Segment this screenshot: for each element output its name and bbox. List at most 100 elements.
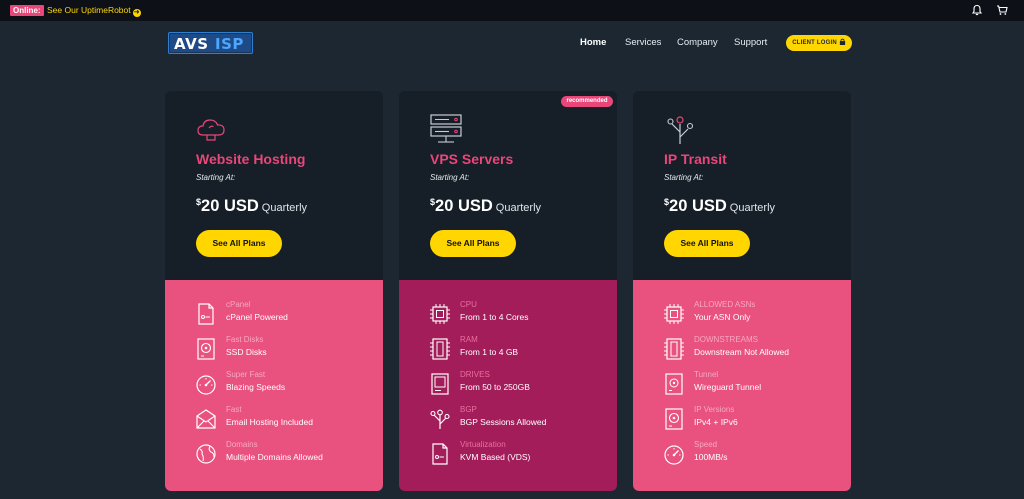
feature-value: From 50 to 250GB (460, 382, 530, 392)
plan-card-ip-transit: IP Transit Starting At: $20 USD Quarterly… (633, 91, 851, 491)
feature-key: CPU (460, 300, 477, 309)
lock-icon (839, 38, 845, 45)
price-period: Quarterly (261, 202, 308, 214)
logo[interactable]: AVS ISP (168, 32, 253, 54)
globe-icon (196, 444, 216, 464)
feature-item: Super Fast Blazing Speeds (195, 370, 375, 400)
bell-icon[interactable] (971, 4, 983, 16)
envelope-icon (196, 409, 216, 429)
feature-item: ALLOWED ASNs Your ASN Only (663, 300, 843, 330)
feature-key: ALLOWED ASNs (694, 300, 756, 309)
feature-key: cPanel (226, 300, 251, 309)
card-features: cPanel cPanel Powered Fast Disks SSD Dis… (165, 280, 383, 491)
feature-key: BGP (460, 405, 477, 414)
card-title: VPS Servers (430, 151, 514, 167)
nav-support[interactable]: Support (734, 37, 767, 48)
feature-value: From 1 to 4 Cores (460, 312, 529, 322)
price-amount: 20 USD (435, 197, 493, 215)
logo-text-avs: AVS (174, 35, 209, 53)
logo-text-isp: ISP (215, 35, 244, 53)
top-bar: Online: See Our UptimeRobot ➜ (0, 0, 1024, 21)
plan-card-website-hosting: Website Hosting Starting At: $20 USD Quar… (165, 91, 383, 491)
feature-value: Your ASN Only (694, 312, 751, 322)
feature-item: Virtualization KVM Based (VDS) (429, 440, 609, 470)
document-icon (432, 443, 448, 465)
price-period: Quarterly (729, 202, 776, 214)
drive-icon (665, 373, 683, 395)
feature-key: RAM (460, 335, 478, 344)
card-title: IP Transit (664, 151, 727, 167)
cpu-icon (664, 304, 684, 324)
feature-item: cPanel cPanel Powered (195, 300, 375, 330)
feature-item: IP Versions IPv4 + IPv6 (663, 405, 843, 435)
feature-value: Multiple Domains Allowed (226, 452, 323, 462)
memory-icon (430, 338, 450, 360)
feature-key: IP Versions (694, 405, 735, 414)
feature-key: DRIVES (460, 370, 490, 379)
feature-item: BGP BGP Sessions Allowed (429, 405, 609, 435)
feature-value: KVM Based (VDS) (460, 452, 531, 462)
starting-at-label: Starting At: (430, 173, 470, 182)
feature-item: CPU From 1 to 4 Cores (429, 300, 609, 330)
client-login-button[interactable]: CLIENT LOGIN (786, 35, 852, 51)
card-title: Website Hosting (196, 151, 306, 167)
price-amount: 20 USD (669, 197, 727, 215)
speedometer-icon (196, 375, 216, 395)
recommended-badge: recommended (561, 96, 613, 107)
feature-value: IPv4 + IPv6 (694, 417, 738, 427)
card-header: Website Hosting Starting At: $20 USD Quar… (165, 91, 383, 280)
feature-key: Tunnel (694, 370, 719, 379)
feature-item: Domains Multiple Domains Allowed (195, 440, 375, 470)
feature-key: Fast Disks (226, 335, 264, 344)
feature-item: Speed 100MB/s (663, 440, 843, 470)
card-features: CPU From 1 to 4 Cores RAM From 1 to 4 GB… (399, 280, 617, 491)
uptime-link[interactable]: See Our UptimeRobot ➜ (47, 5, 141, 17)
cloud-icon (197, 119, 225, 141)
client-login-label: CLIENT LOGIN (792, 40, 837, 46)
feature-item: Fast Disks SSD Disks (195, 335, 375, 365)
feature-key: Fast (226, 405, 242, 414)
price: $20 USD Quarterly (664, 197, 775, 216)
arrow-right-icon: ➜ (132, 9, 141, 17)
document-icon (198, 303, 214, 325)
feature-key: Speed (694, 440, 718, 449)
uptime-link-label: See Our UptimeRobot (47, 5, 131, 15)
feature-item: Tunnel Wireguard Tunnel (663, 370, 843, 400)
network-icon (430, 409, 450, 429)
price: $20 USD Quarterly (430, 197, 541, 216)
feature-item: DRIVES From 50 to 250GB (429, 370, 609, 400)
status-badge: Online: (10, 5, 44, 16)
card-header: VPS Servers Starting At: $20 USD Quarterl… (399, 91, 617, 280)
card-header: IP Transit Starting At: $20 USD Quarterly… (633, 91, 851, 280)
nav-home[interactable]: Home (580, 37, 606, 48)
feature-value: Blazing Speeds (226, 382, 286, 392)
feature-value: From 1 to 4 GB (460, 347, 519, 357)
price: $20 USD Quarterly (196, 197, 307, 216)
feature-value: Downstream Not Allowed (694, 347, 789, 357)
cart-icon[interactable] (996, 4, 1008, 16)
see-all-plans-button[interactable]: See All Plans (430, 230, 516, 257)
network-icon (667, 116, 694, 144)
price-period: Quarterly (495, 202, 542, 214)
nav-services[interactable]: Services (625, 37, 661, 48)
disk-icon (665, 408, 683, 430)
card-features: ALLOWED ASNs Your ASN Only DOWNSTREAMS D… (633, 280, 851, 491)
feature-item: DOWNSTREAMS Downstream Not Allowed (663, 335, 843, 365)
feature-key: Virtualization (460, 440, 506, 449)
disk-icon (197, 338, 215, 360)
speedometer-icon (664, 445, 684, 465)
starting-at-label: Starting At: (196, 173, 236, 182)
feature-key: DOWNSTREAMS (694, 335, 758, 344)
starting-at-label: Starting At: (664, 173, 704, 182)
feature-value: BGP Sessions Allowed (460, 417, 547, 427)
see-all-plans-button[interactable]: See All Plans (664, 230, 750, 257)
feature-value: SSD Disks (226, 347, 267, 357)
plan-card-vps-servers: VPS Servers Starting At: $20 USD Quarterl… (399, 91, 617, 491)
price-amount: 20 USD (201, 197, 259, 215)
server-icon (430, 114, 462, 143)
cpu-icon (430, 304, 450, 324)
nav-company[interactable]: Company (677, 37, 718, 48)
feature-item: Fast Email Hosting Included (195, 405, 375, 435)
see-all-plans-button[interactable]: See All Plans (196, 230, 282, 257)
feature-key: Domains (226, 440, 258, 449)
